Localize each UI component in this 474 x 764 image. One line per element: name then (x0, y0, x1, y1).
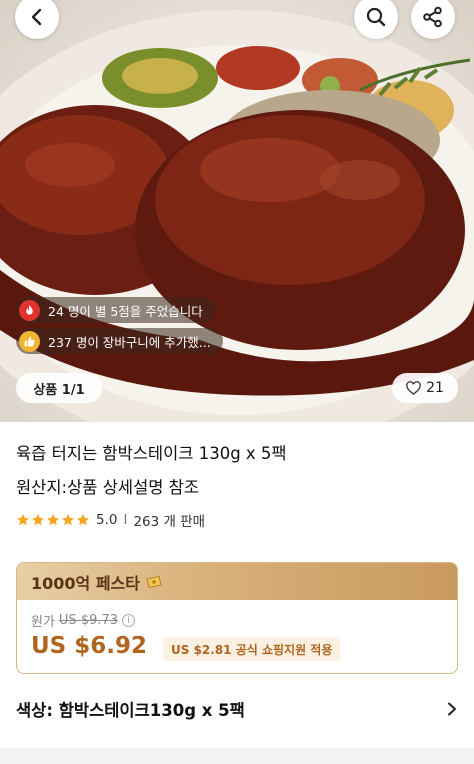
star-icon (47, 514, 59, 526)
social-proof-cart-text: 237 명이 장바구니에 추가했... (48, 334, 211, 350)
rating-value: 5.0 (96, 512, 118, 528)
star-rating (16, 513, 90, 527)
star-icon (62, 514, 74, 526)
chevron-right-icon (448, 702, 456, 716)
original-price-row: 원가 US $9.73 i (31, 611, 136, 630)
bottom-divider (0, 748, 474, 764)
heart-icon (406, 380, 421, 395)
product-title: 육즙 터지는 함박스테이크 130g x 5팩 (16, 444, 287, 463)
hamburg-steak-photo (0, 10, 474, 422)
option-selector[interactable]: 색상: 함박스테이크130g x 5팩 (16, 696, 458, 722)
share-icon (423, 6, 442, 28)
sold-count: 263 개 판매 (133, 514, 206, 530)
product-image-gallery[interactable]: 24 명이 별 5점을 주었습니다 237 명이 장바구니에 추가했... 상품… (0, 0, 474, 422)
subsidy-badge: US $2.81 공식 쇼핑지원 적용 (163, 637, 341, 661)
ticket-icon (146, 575, 162, 588)
image-counter: 상품 1/1 (16, 373, 102, 403)
thumbs-up-icon (19, 330, 40, 352)
chevron-left-icon (31, 8, 42, 26)
original-price: US $9.73 (58, 613, 119, 628)
social-proof-rating-text: 24 명이 별 5점을 주었습니다 (48, 303, 203, 319)
festival-price-card: 1000억 페스타 원가 US $9.73 i US $6.92 US $2.8… (16, 562, 458, 674)
fire-icon (19, 299, 40, 321)
star-icon (32, 514, 44, 526)
sale-price: US $6.92 (31, 633, 147, 659)
social-proof-rating: 24 명이 별 5점을 주었습니다 (16, 297, 215, 323)
search-icon (366, 7, 386, 27)
like-count: 21 (426, 380, 444, 396)
social-proof-cart: 237 명이 장바구니에 추가했... (16, 328, 223, 354)
wishlist-button[interactable]: 21 (392, 373, 458, 403)
rating-summary[interactable]: 5.0 I 263 개 판매 (16, 510, 205, 530)
festival-title: 1000억 페스타 (31, 573, 140, 593)
star-icon (77, 514, 89, 526)
info-icon[interactable]: i (122, 614, 136, 627)
rating-separator: I (123, 512, 128, 528)
star-icon (17, 514, 29, 526)
festival-banner: 1000억 페스타 (17, 563, 457, 600)
original-price-label: 원가 (31, 615, 55, 630)
product-origin: 원산지:상품 상세설명 참조 (16, 478, 200, 497)
option-label: 색상: 함박스테이크130g x 5팩 (16, 701, 245, 720)
